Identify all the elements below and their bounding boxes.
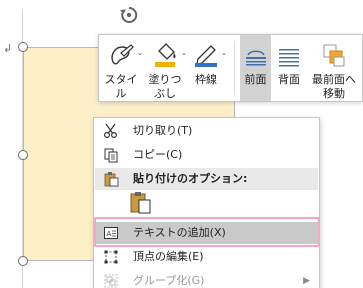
style-button-label: スタイル [104, 73, 138, 100]
menu-item-copy[interactable]: コピー(C) [95, 144, 318, 166]
paste-options-header: 貼り付けのオプション: [95, 168, 318, 190]
outline-color-swatch [195, 63, 217, 67]
menu-item-copy-label: コピー(C) [133, 148, 183, 161]
menu-item-group-label: グループ化(G) [133, 274, 205, 287]
outline-pen-icon [195, 45, 217, 67]
scissors-icon [103, 123, 118, 139]
bring-to-front-button[interactable]: 最前面へ 移動 [307, 35, 361, 101]
bring-forward-button[interactable]: 前面 [240, 35, 271, 101]
resize-handle-top-left[interactable] [18, 42, 28, 52]
bring-to-front-icon [323, 44, 345, 67]
resize-handle-bottom-left[interactable] [18, 256, 28, 266]
fill-caret-icon[interactable]: ⌄ [181, 49, 187, 57]
bring-to-front-label: 最前面へ 移動 [312, 73, 356, 100]
menu-item-group[interactable]: グループ化(G) ▶ [95, 270, 318, 288]
rotate-handle-icon[interactable] [118, 4, 140, 26]
menu-item-edit-points[interactable]: 頂点の編集(E) [95, 246, 318, 268]
outline-caret-icon[interactable]: ⌄ [221, 49, 227, 57]
fill-button[interactable]: 塗りつ ぶし [145, 35, 185, 101]
submenu-arrow-icon: ▶ [303, 276, 310, 286]
bring-forward-label: 前面 [244, 73, 267, 86]
toolbar-separator [234, 41, 235, 95]
style-caret-icon[interactable]: ⌄ [137, 49, 143, 57]
bring-forward-icon [245, 50, 266, 66]
send-backward-button[interactable]: 背面 [273, 35, 305, 101]
copy-icon [104, 148, 118, 163]
fill-color-swatch [155, 62, 175, 67]
edit-points-icon [104, 250, 118, 264]
word-document-canvas: ↲ スタイル ⌄ 塗りつ ぶし ⌄ 枠線 ⌄ 前面 背面 最前面へ 移動 切り取… [0, 0, 363, 288]
paste-options-label: 貼り付けのオプション: [133, 172, 248, 185]
fill-bucket-icon [155, 43, 176, 67]
send-backward-icon [279, 49, 299, 67]
paste-keep-source-icon[interactable] [128, 191, 154, 215]
paste-icon [104, 172, 119, 187]
outline-button[interactable]: 枠線 [189, 35, 223, 101]
outline-button-label: 枠線 [195, 73, 217, 86]
fill-button-label: 塗りつ ぶし [148, 73, 182, 100]
mini-toolbar: スタイル ⌄ 塗りつ ぶし ⌄ 枠線 ⌄ 前面 背面 最前面へ 移動 [98, 34, 363, 102]
resize-handle-middle-left[interactable] [18, 150, 28, 160]
group-icon [104, 274, 118, 288]
highlight-frame [94, 217, 320, 247]
menu-item-cut[interactable]: 切り取り(T) [95, 120, 318, 142]
send-backward-label: 背面 [278, 73, 300, 86]
shape-style-icon [111, 44, 134, 65]
menu-item-cut-label: 切り取り(T) [133, 124, 193, 137]
menu-item-edit-points-label: 頂点の編集(E) [133, 250, 204, 263]
paragraph-mark: ↲ [3, 42, 13, 55]
style-button[interactable]: スタイル [101, 35, 141, 101]
